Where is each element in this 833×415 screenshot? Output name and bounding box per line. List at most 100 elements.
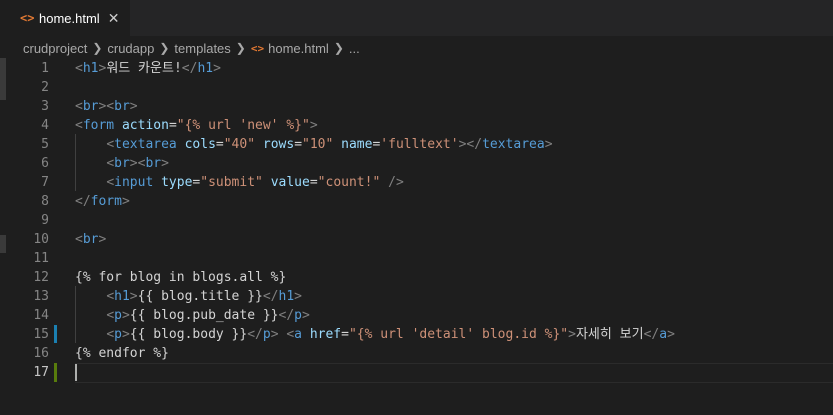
- code-line: 6 <br><br>: [0, 154, 833, 173]
- breadcrumb-home-html[interactable]: home.html: [268, 41, 329, 56]
- tag-name: br: [82, 232, 99, 247]
- code-text: <textarea cols="40" rows="10" name='full…: [106, 137, 553, 152]
- code-text: <input type="submit" value="count!" />: [106, 175, 404, 190]
- close-icon[interactable]: ✕: [108, 10, 120, 27]
- html-file-icon: <>: [250, 41, 265, 55]
- breadcrumb-crudproject[interactable]: crudproject: [23, 41, 87, 56]
- line-number: 15: [33, 327, 49, 342]
- tag-name: a: [294, 327, 302, 342]
- code-text: <br>: [75, 232, 107, 247]
- attribute-name: href: [309, 327, 342, 342]
- code-line: 8 </form>: [0, 192, 833, 211]
- template-tag: {% for blog in blogs.all %}: [75, 270, 287, 285]
- line-number: 10: [33, 232, 49, 247]
- line-number: 16: [33, 346, 49, 361]
- attribute-name: value: [270, 175, 310, 190]
- line-number: 7: [41, 175, 49, 190]
- tag-name: p: [114, 327, 122, 342]
- code-text: <p>{{ blog.pub_date }}</p>: [106, 308, 310, 323]
- code-editor[interactable]: 1 <h1>워드 카운트!</h1> 2 3 <br><br> 4 <form …: [0, 58, 833, 415]
- code-line: 11: [0, 249, 833, 268]
- tag-name: br: [82, 99, 99, 114]
- chevron-right-icon: ❯: [333, 41, 344, 55]
- template-tag: {% endfor %}: [75, 346, 169, 361]
- chevron-right-icon: ❯: [159, 41, 170, 55]
- code-text: <br><br>: [75, 99, 138, 114]
- line-number: 4: [41, 118, 49, 133]
- code-line: 13 <h1>{{ blog.title }}</h1>: [0, 287, 833, 306]
- code-text: <br><br>: [106, 156, 169, 171]
- line-number: 14: [33, 308, 49, 323]
- tag-name: h1: [278, 289, 295, 304]
- code-line: 9: [0, 211, 833, 230]
- tag-name: br: [145, 156, 162, 171]
- code-text: {% endfor %}: [75, 344, 169, 363]
- tag-name: input: [114, 175, 154, 190]
- line-number: 2: [41, 80, 49, 95]
- tag-name: p: [294, 308, 302, 323]
- code-text: <form action="{% url 'new' %}">: [75, 118, 318, 133]
- tag-name: h1: [197, 61, 214, 76]
- tab-bar: <> home.html ✕: [0, 0, 833, 36]
- attribute-value: 'fulltext': [380, 137, 459, 152]
- code-line: 10 <br>: [0, 230, 833, 249]
- attribute-value: "count!": [317, 175, 381, 190]
- tag-name: p: [114, 308, 122, 323]
- line-number: 17: [33, 365, 49, 380]
- code-line: 1 <h1>워드 카운트!</h1>: [0, 59, 833, 78]
- tag-name: form: [90, 194, 122, 209]
- tag-name: textarea: [482, 137, 545, 152]
- line-number: 11: [33, 251, 49, 266]
- attribute-value: "10": [302, 137, 334, 152]
- text-content: {{ blog.pub_date }}: [129, 308, 279, 323]
- code-text: <p>{{ blog.body }}</p> <a href="{% url '…: [106, 327, 675, 342]
- code-line: 12 {% for blog in blogs.all %}: [0, 268, 833, 287]
- chevron-right-icon: ❯: [92, 41, 103, 55]
- code-text: </form>: [75, 194, 130, 209]
- code-text: <h1>워드 카운트!</h1>: [75, 61, 221, 76]
- line-number: 6: [41, 156, 49, 171]
- breadcrumb-templates[interactable]: templates: [174, 41, 230, 56]
- tag-name: form: [82, 118, 115, 133]
- code-line: 2: [0, 78, 833, 97]
- tab-home-html[interactable]: <> home.html ✕: [0, 0, 130, 36]
- tab-label: home.html: [39, 10, 100, 26]
- attribute-name: name: [341, 137, 373, 152]
- line-number: 3: [41, 99, 49, 114]
- code-line: 3 <br><br>: [0, 97, 833, 116]
- tag-name: textarea: [114, 137, 177, 152]
- line-number: 13: [33, 289, 49, 304]
- code-text: {% for blog in blogs.all %}: [75, 268, 286, 287]
- breadcrumb-more[interactable]: ...: [349, 41, 360, 56]
- attribute-name: action: [121, 118, 169, 133]
- tag-name: a: [659, 327, 668, 342]
- tag-name: h1: [82, 61, 99, 76]
- line-number: 12: [33, 270, 49, 285]
- attribute-value: "{% url 'new' %}": [176, 118, 310, 133]
- text-content: {{ blog.title }}: [137, 289, 263, 304]
- text-content: {{ blog.body }}: [129, 327, 248, 342]
- attribute-value: "40": [223, 137, 256, 152]
- link-text: 자세히 보기: [575, 327, 644, 342]
- code-line: 7 <input type="submit" value="count!" />: [0, 173, 833, 192]
- code-line: 16 {% endfor %}: [0, 344, 833, 363]
- line-number: 5: [41, 137, 49, 152]
- text-content: 워드 카운트!: [106, 61, 182, 76]
- attribute-value: "submit": [200, 175, 263, 190]
- code-line: 15 <p>{{ blog.body }}</p> <a href="{% ur…: [0, 325, 833, 344]
- attribute-name: rows: [262, 137, 295, 152]
- line-number: 8: [41, 194, 49, 209]
- code-line: 5 <textarea cols="40" rows="10" name='fu…: [0, 135, 833, 154]
- code-line: 4 <form action="{% url 'new' %}">: [0, 116, 833, 135]
- code-line: 17: [0, 363, 833, 382]
- tag-name: p: [262, 327, 271, 342]
- code-text: <h1>{{ blog.title }}</h1>: [106, 289, 302, 304]
- attribute-name: type: [161, 175, 193, 190]
- breadcrumb-crudapp[interactable]: crudapp: [107, 41, 154, 56]
- line-number: 1: [41, 61, 49, 76]
- breadcrumb: crudproject ❯ crudapp ❯ templates ❯ <> h…: [23, 38, 823, 58]
- tag-name: br: [114, 156, 130, 171]
- html-file-icon: <>: [20, 11, 35, 25]
- tag-name: h1: [114, 289, 130, 304]
- chevron-right-icon: ❯: [235, 41, 246, 55]
